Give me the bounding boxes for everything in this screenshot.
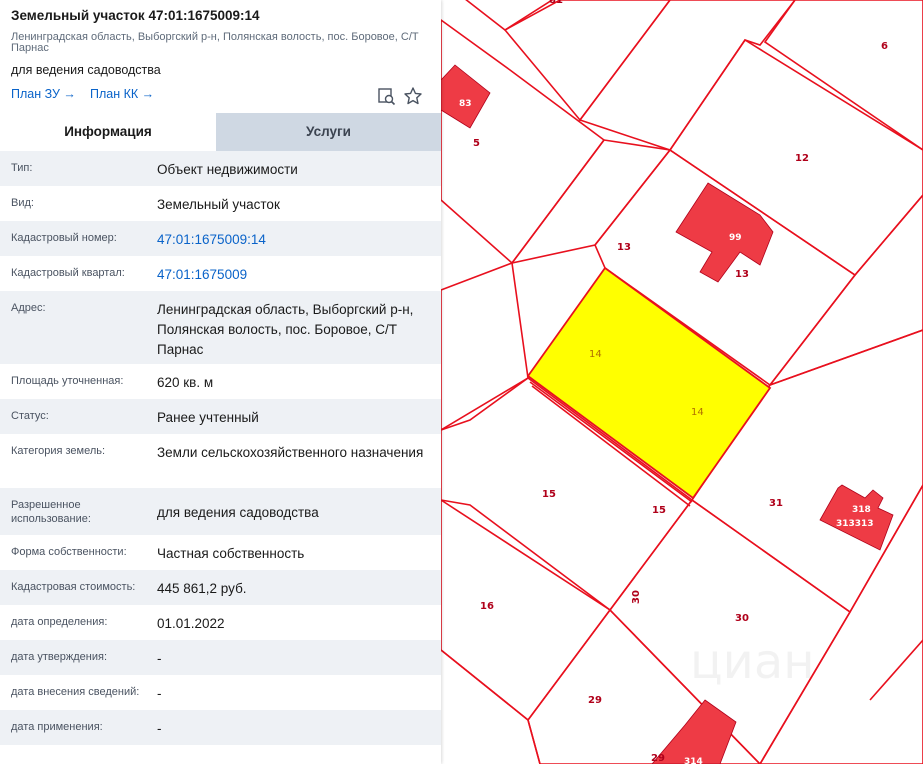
map-label: 31: [769, 498, 783, 509]
row-key: Площадь уточненная:: [11, 375, 124, 387]
row-key: Кадастровый квартал:: [11, 267, 125, 279]
map-label: 30: [735, 613, 749, 624]
row-value: 620 кв. м: [157, 375, 214, 390]
star-icon[interactable]: [403, 86, 423, 106]
tab-services[interactable]: Услуги: [216, 113, 441, 151]
row-key: Статус:: [11, 410, 49, 422]
map-label: 6: [881, 41, 888, 52]
map-label: 13: [617, 242, 631, 253]
row-key: дата применения:: [11, 721, 103, 733]
row-value: Земли сельскохозяйственного назначения: [157, 445, 424, 460]
map-label: 313313: [836, 519, 874, 529]
row-value: -: [157, 686, 162, 701]
plan-kk-link[interactable]: План КК →: [90, 87, 154, 101]
row-value: 445 861,2 руб.: [157, 581, 247, 596]
table-row: дата внесения сведений: -: [0, 675, 441, 710]
map-label: 16: [480, 601, 494, 612]
info-table: Тип: Объект недвижимости Вид: Земельный …: [0, 151, 441, 745]
row-value: Ранее учтенный: [157, 410, 259, 425]
table-row: дата применения: -: [0, 710, 441, 745]
row-key: Вид:: [11, 197, 34, 209]
row-value: Объект недвижимости: [157, 162, 298, 177]
panel-tabs: Информация Услуги: [0, 113, 441, 151]
row-key: Форма собственности:: [11, 546, 127, 558]
map-label: 13: [735, 269, 749, 280]
map-label: 318: [852, 505, 871, 515]
row-value: Ленинградская область, Выборгский р-н, П…: [157, 302, 414, 357]
table-row: Кадастровый квартал: 47:01:1675009: [0, 256, 441, 291]
row-key: Адрес:: [11, 302, 46, 314]
map-label: 29: [588, 695, 602, 706]
map-label: 14: [691, 407, 704, 418]
row-value: -: [157, 721, 162, 736]
table-row: Вид: Земельный участок: [0, 186, 441, 221]
page-title: Земельный участок 47:01:1675009:14: [11, 8, 260, 23]
row-key: Разрешенное использование:: [11, 499, 91, 525]
row-value: -: [157, 651, 162, 666]
row-value: Земельный участок: [157, 197, 280, 212]
map-label: 5: [473, 138, 480, 149]
row-value: для ведения садоводства: [157, 505, 319, 520]
map-label: 99: [729, 233, 742, 243]
row-key: дата внесения сведений:: [11, 686, 140, 698]
table-row: Адрес: Ленинградская область, Выборгский…: [0, 291, 441, 364]
map-label: 15: [542, 489, 556, 500]
row-value: Частная собственность: [157, 546, 305, 561]
row-key: Кадастровый номер:: [11, 232, 117, 244]
cadastral-quarter-link[interactable]: 47:01:1675009: [157, 265, 427, 285]
map-label: 314: [684, 757, 703, 764]
plan-zu-link[interactable]: План ЗУ →: [11, 87, 76, 101]
parcel-use: для ведения садоводства: [11, 63, 161, 77]
map-search-icon[interactable]: [376, 86, 396, 106]
row-key: Кадастровая стоимость:: [11, 581, 136, 593]
tab-info[interactable]: Информация: [0, 113, 216, 151]
table-row: Кадастровый номер: 47:01:1675009:14: [0, 221, 441, 256]
info-panel: Земельный участок 47:01:1675009:14 Ленин…: [0, 0, 441, 764]
table-row: Форма собственности: Частная собственнос…: [0, 535, 441, 570]
row-key: Тип:: [11, 162, 33, 174]
map-label: 29: [651, 753, 665, 764]
table-row: дата утверждения: -: [0, 640, 441, 675]
table-row: Площадь уточненная: 620 кв. м: [0, 364, 441, 399]
table-row: дата определения: 01.01.2022: [0, 605, 441, 640]
map-label: 12: [795, 153, 809, 164]
table-row: Статус: Ранее учтенный: [0, 399, 441, 434]
row-key: дата определения:: [11, 616, 108, 628]
table-row: Категория земель: Земли сельскохозяйстве…: [0, 434, 441, 488]
map-label: 81: [549, 0, 563, 6]
map-label: 83: [459, 99, 472, 109]
table-row: Тип: Объект недвижимости: [0, 151, 441, 186]
map-label: 15: [652, 505, 666, 516]
map-label: 14: [589, 349, 602, 360]
table-row: Кадастровая стоимость: 445 861,2 руб.: [0, 570, 441, 605]
cadastral-number-link[interactable]: 47:01:1675009:14: [157, 230, 427, 250]
row-key: дата утверждения:: [11, 651, 108, 663]
map-label: 30: [631, 590, 642, 604]
watermark: циан: [690, 634, 815, 690]
row-key: Категория земель:: [11, 445, 106, 457]
parcel-address: Ленинградская область, Выборгский р-н, П…: [11, 31, 419, 54]
table-row: Разрешенное использование: для ведения с…: [0, 488, 441, 535]
row-value: 01.01.2022: [157, 616, 225, 631]
